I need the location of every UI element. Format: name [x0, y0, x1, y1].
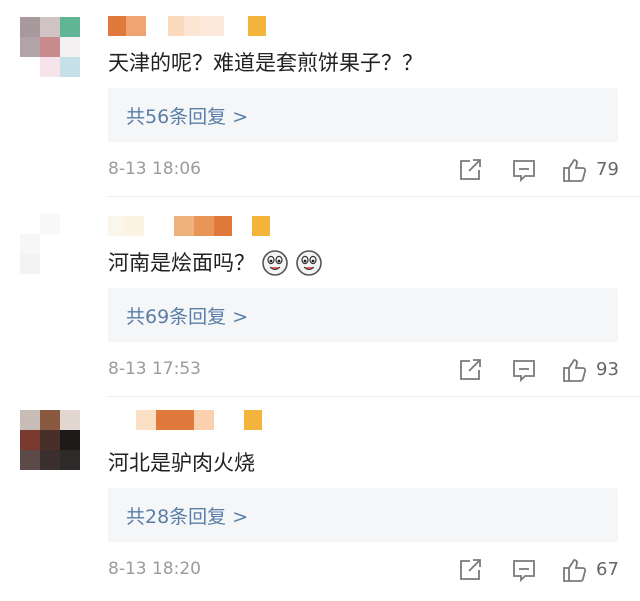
share-icon[interactable] — [456, 356, 484, 384]
username-redacted[interactable] — [108, 410, 262, 432]
username-redacted[interactable] — [108, 216, 270, 238]
view-replies-label: 共69条回复 > — [126, 306, 249, 328]
comment-text: 河南是烩面吗？ — [108, 248, 323, 278]
view-replies-label: 共28条回复 > — [126, 506, 249, 528]
like-count: 93 — [596, 359, 619, 380]
avatar[interactable] — [20, 17, 80, 77]
view-replies-button[interactable]: 共56条回复 > — [108, 88, 618, 142]
divider — [108, 196, 640, 197]
divider — [108, 396, 640, 397]
username-redacted[interactable] — [108, 16, 266, 38]
timestamp: 8-13 17:53 — [108, 359, 201, 379]
comment-text-content: 天津的呢？难道是套煎饼果子？？ — [108, 51, 423, 75]
comment-text: 河北是驴肉火烧 — [108, 448, 255, 478]
view-replies-button[interactable]: 共28条回复 > — [108, 488, 618, 542]
view-replies-label: 共56条回复 > — [126, 106, 249, 128]
comment-item: 天津的呢？难道是套煎饼果子？？ 共56条回复 > 8-13 18:06 79 — [0, 0, 640, 200]
timestamp: 8-13 18:20 — [108, 559, 201, 579]
comment-text-content: 河北是驴肉火烧 — [108, 451, 255, 475]
thumb-up-icon[interactable] — [560, 356, 588, 384]
comment-footer: 8-13 18:06 79 — [108, 156, 620, 186]
emoji-icon — [261, 249, 289, 277]
comment-item: 河南是烩面吗？ 共69条回复 > 8-13 17:53 93 — [0, 200, 640, 400]
avatar[interactable] — [20, 214, 80, 274]
thumb-up-icon[interactable] — [560, 556, 588, 584]
reply-icon[interactable] — [510, 556, 538, 584]
thumb-up-icon[interactable] — [560, 156, 588, 184]
like-count: 67 — [596, 559, 619, 580]
share-icon[interactable] — [456, 556, 484, 584]
reply-icon[interactable] — [510, 356, 538, 384]
view-replies-button[interactable]: 共69条回复 > — [108, 288, 618, 342]
comment-text: 天津的呢？难道是套煎饼果子？？ — [108, 48, 423, 78]
like-count: 79 — [596, 159, 619, 180]
comment-text-content: 河南是烩面吗？ — [108, 251, 255, 275]
avatar[interactable] — [20, 410, 80, 470]
share-icon[interactable] — [456, 156, 484, 184]
timestamp: 8-13 18:06 — [108, 159, 201, 179]
comment-footer: 8-13 18:20 67 — [108, 556, 620, 586]
reply-icon[interactable] — [510, 156, 538, 184]
emoji-icon — [295, 249, 323, 277]
comment-item: 河北是驴肉火烧 共28条回复 > 8-13 18:20 67 — [0, 400, 640, 600]
comment-footer: 8-13 17:53 93 — [108, 356, 620, 386]
